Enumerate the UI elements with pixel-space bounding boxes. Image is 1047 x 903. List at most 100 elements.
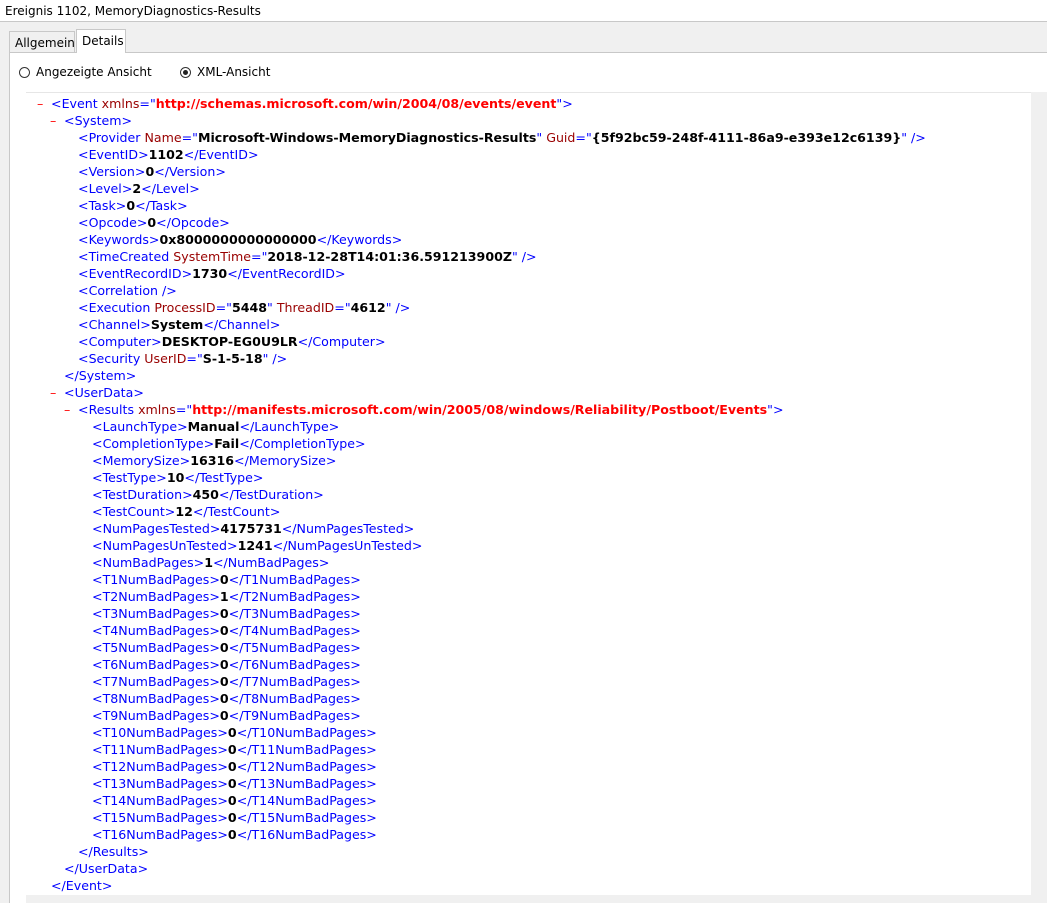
xml-tag-name: Channel <box>88 317 141 332</box>
collapse-toggle[interactable]: – <box>50 112 56 129</box>
xml-security-line: <Security UserID="S-1-5-18" /> <box>78 351 288 366</box>
xml-results-open[interactable]: – <Results xmlns="http://manifests.micros… <box>64 401 784 418</box>
xml-attr-value: S-1-5-18 <box>202 351 263 366</box>
xml-viewer[interactable]: – <Event xmlns="http://schemas.microsoft.… <box>26 92 1047 895</box>
collapse-toggle[interactable]: – <box>37 95 43 112</box>
xml-text-value: 0 <box>219 623 229 638</box>
radio-xml-indicator[interactable] <box>180 66 191 78</box>
xml-element-line: <Task>0</Task> <box>78 198 188 213</box>
xml-element-line: <T9NumBadPages>0</T9NumBadPages> <box>92 708 361 723</box>
xml-text-value: 12 <box>175 504 193 519</box>
xml-tag-name: T5NumBadPages <box>102 640 210 655</box>
xml-element-line: <Opcode>0</Opcode> <box>78 215 230 230</box>
xml-text-value: 1 <box>219 589 229 604</box>
xml-tag-name: T8NumBadPages <box>243 691 351 706</box>
xml-correlation-line: <Correlation /> <box>78 283 177 298</box>
xml-tag-name: T13NumBadPages <box>251 776 367 791</box>
xml-attr-value: http://schemas.microsoft.com/win/2004/08… <box>155 96 557 111</box>
xml-attr-name: Name <box>144 130 182 145</box>
xml-attr-value: {5f92bc59-248f-4111-86a9-e393e12c6139} <box>591 130 902 145</box>
xml-element-line: <T12NumBadPages>0</T12NumBadPages> <box>92 759 377 774</box>
vertical-scrollbar[interactable] <box>1031 92 1047 903</box>
xml-text-value: 1241 <box>237 538 273 553</box>
xml-tag-name: T2NumBadPages <box>243 589 351 604</box>
xml-tag-name: T11NumBadPages <box>102 742 218 757</box>
xml-text-value: 0 <box>227 776 237 791</box>
xml-tag-name: TestCount <box>207 504 270 519</box>
radio-friendly-indicator[interactable] <box>19 66 30 78</box>
xml-text-value: 0 <box>227 725 237 740</box>
xml-execution-line: <Execution ProcessID="5448" ThreadID="46… <box>78 300 411 315</box>
xml-text-value: 450 <box>192 487 219 502</box>
xml-text-value: 0x8000000000000000 <box>159 232 317 247</box>
horizontal-scrollbar[interactable] <box>26 895 1047 903</box>
xml-attr-name: Guid <box>546 130 576 145</box>
xml-attr-value: Microsoft-Windows-MemoryDiagnostics-Resu… <box>197 130 537 145</box>
xml-tag-name: LaunchType <box>102 419 178 434</box>
xml-tag-name: T10NumBadPages <box>102 725 218 740</box>
radio-friendly-label: Angezeigte Ansicht <box>36 65 152 79</box>
xml-tag-name: Results <box>88 402 135 417</box>
xml-tag-name: Task <box>88 198 116 213</box>
window-title: Ereignis 1102, MemoryDiagnostics-Results <box>0 0 1047 22</box>
xml-timecreated-line: <TimeCreated SystemTime="2018-12-28T14:0… <box>78 249 537 264</box>
xml-event-open[interactable]: – <Event xmlns="http://schemas.microsoft.… <box>37 95 573 112</box>
xml-text-value: 1 <box>204 555 213 570</box>
xml-element-line: <T6NumBadPages>0</T6NumBadPages> <box>92 657 361 672</box>
xml-event-close: </Event> <box>51 878 113 893</box>
xml-results-close: </Results> <box>78 844 149 859</box>
xml-text-value: 0 <box>227 793 237 808</box>
xml-text-value: 1730 <box>192 266 228 281</box>
xml-tag-name: Level <box>88 181 122 196</box>
xml-tag-name: T4NumBadPages <box>243 623 351 638</box>
xml-tag-name: Task <box>149 198 178 213</box>
radio-xml-view[interactable]: XML-Ansicht <box>180 63 270 81</box>
xml-attr-name: ThreadID <box>276 300 335 315</box>
xml-text-value: 0 <box>219 572 229 587</box>
xml-attr-name: SystemTime <box>173 249 252 264</box>
xml-tag-name: T1NumBadPages <box>243 572 351 587</box>
tab-details[interactable]: Details <box>76 29 126 53</box>
xml-element-line: <T5NumBadPages>0</T5NumBadPages> <box>92 640 361 655</box>
collapse-toggle[interactable]: – <box>64 401 70 418</box>
xml-text-value: 0 <box>227 759 237 774</box>
xml-tag-name: TestCount <box>102 504 165 519</box>
xml-tag-name: T2NumBadPages <box>102 589 210 604</box>
xml-tag-name: Security <box>88 351 141 366</box>
xml-tag-name: UserData <box>74 385 134 400</box>
radio-xml-label: XML-Ansicht <box>197 65 271 79</box>
xml-element-line: <T13NumBadPages>0</T13NumBadPages> <box>92 776 377 791</box>
xml-tag-name: T3NumBadPages <box>102 606 210 621</box>
xml-tag-name: T7NumBadPages <box>102 674 210 689</box>
xml-text-value: 0 <box>147 215 157 230</box>
xml-tag-name: Provider <box>88 130 141 145</box>
xml-tag-name: T7NumBadPages <box>243 674 351 689</box>
xml-tag-name: T14NumBadPages <box>102 793 218 808</box>
xml-text-value: 16316 <box>190 453 235 468</box>
xml-element-line: <T7NumBadPages>0</T7NumBadPages> <box>92 674 361 689</box>
xml-text-value: 0 <box>145 164 155 179</box>
xml-text-value: 0 <box>219 657 229 672</box>
collapse-toggle[interactable]: – <box>50 384 56 401</box>
xml-tag-name: Channel <box>218 317 270 332</box>
xml-tag-name: EventID <box>88 147 139 162</box>
xml-attr-name: xmlns <box>101 96 140 111</box>
xml-text-value: Manual <box>187 419 240 434</box>
xml-system-open[interactable]: – <System> <box>50 112 132 129</box>
xml-tag-name: T14NumBadPages <box>251 793 367 808</box>
xml-tag-name: Execution <box>88 300 151 315</box>
xml-tag-name: NumPagesTested <box>102 521 210 536</box>
xml-userdata-open[interactable]: – <UserData> <box>50 384 144 401</box>
xml-tag-name: TestType <box>199 470 253 485</box>
xml-attr-value: 2018-12-28T14:01:36.591213900Z <box>267 249 512 264</box>
xml-text-value: 10 <box>166 470 185 485</box>
xml-tag-name: Version <box>88 164 135 179</box>
tab-allgemein[interactable]: Allgemein <box>9 31 75 52</box>
xml-system-close: </System> <box>64 368 137 383</box>
xml-element-line: <NumPagesTested>4175731</NumPagesTested> <box>92 521 415 536</box>
radio-friendly-view[interactable]: Angezeigte Ansicht <box>19 63 152 81</box>
xml-tag-name: Keywords <box>331 232 392 247</box>
xml-tag-name: T6NumBadPages <box>102 657 210 672</box>
xml-userdata-close: </UserData> <box>64 861 149 876</box>
xml-tag-name: TestDuration <box>233 487 314 502</box>
